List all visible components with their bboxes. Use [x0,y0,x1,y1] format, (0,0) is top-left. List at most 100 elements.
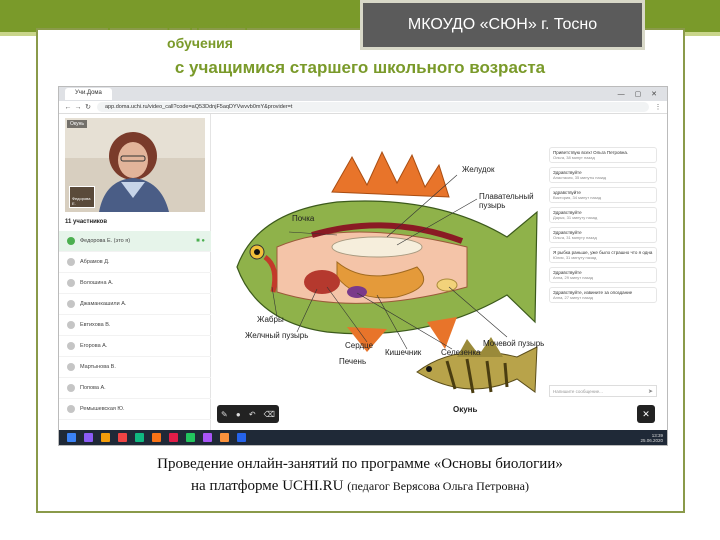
participant-item[interactable]: Волошина А. [59,273,211,294]
participant-item[interactable]: Попова А. [59,378,211,399]
pip-video: Федорова Е. [69,186,95,208]
caption-teacher: (педагог Верясова Ольга Петровна) [347,479,529,493]
window-controls[interactable]: — ▢ ✕ [618,90,667,98]
participants-panel: Окунь Федорова Е. 11 участников Федорова… [59,114,211,432]
participant-name: Евтихова В. [80,322,111,328]
forward-icon[interactable]: → [73,104,83,111]
system-tray: 13:39 25.06.2020 [640,433,667,443]
avatar [67,363,75,371]
fish-anatomy-diagram: Почка Желудок Плавательный пузырь Жабры … [217,117,547,417]
app-icon[interactable] [169,433,178,442]
send-icon[interactable]: ➤ [648,388,653,395]
label-spleen: Селезенка [441,348,481,357]
avatar [67,384,75,392]
caption-platform: на платформе UCHI.RU [191,478,344,494]
org-box: МКОУДО «СЮН» г. Тосно [360,0,645,50]
participant-item[interactable]: Мартынова В. [59,357,211,378]
eraser-icon[interactable]: ⌫ [264,410,275,419]
label-gills: Жабры [257,315,284,324]
screenshot-panel: Учи.Дома — ▢ ✕ ← → ↻ app.doma.uchi.ru/vi… [58,86,668,446]
chat-message: Здравствуйте Ольга, 31 минуту назад [549,227,657,243]
chat-message: здравствуйте Виктория, 34 минут назад [549,187,657,203]
firefox-icon[interactable] [220,433,229,442]
participant-item[interactable]: Ремышевская Ю. [59,399,211,420]
participant-name: Федорова Е. (это я) [80,238,131,244]
label-urinary-bladder: Мочевой пузырь [483,339,545,348]
word-icon[interactable] [237,433,246,442]
label-liver: Печень [339,357,367,366]
avatar [67,279,75,287]
pip-label: Федорова Е. [72,196,91,206]
app-icon[interactable] [135,433,144,442]
chrome-icon[interactable] [186,433,195,442]
chat-message: Здравствуйте Анастасия, 35 минуты назад [549,167,657,183]
camera-mic-icon: ■ ● [196,238,205,244]
label-intestine: Кишечник [385,348,422,357]
avatar [67,342,75,350]
chat-panel: Приветствую всех! Ольга Петровна. Ольга, … [549,147,657,407]
label-kidney: Почка [292,214,315,223]
chat-message: Здравствуйте Анна, 29 минут назад [549,267,657,283]
chat-meta: Анна, 29 минут назад [553,275,594,280]
label-swim-bladder: Плавательный пузырь [479,192,534,210]
reload-icon[interactable]: ↻ [83,103,93,111]
start-icon[interactable] [67,433,76,442]
app-icon[interactable] [118,433,127,442]
chat-meta: Ольга, 38 минут назад [553,155,595,160]
avatar [67,405,75,413]
avatar [67,321,75,329]
close-button[interactable]: ✕ [637,405,655,423]
participant-item[interactable]: Абрамов Д. [59,252,211,273]
address-row: ← → ↻ app.doma.uchi.ru/video_call?code=a… [59,101,667,114]
chat-message: Приветствую всех! Ольга Петровна. Ольга, … [549,147,657,163]
tray-date: 25.06.2020 [640,437,663,443]
title-line2: обучения [167,35,233,51]
undo-icon[interactable]: ↶ [249,410,256,419]
participant-item[interactable]: Федорова Е. (это я) ■ ● [59,231,211,252]
chat-message: Я рыбка раньше, уже было страшно что я о… [549,247,657,263]
chat-meta: Ольга, 31 минуту назад [553,235,597,240]
participant-item[interactable]: Егорова А. [59,336,211,357]
participant-name: Попова А. [80,385,106,391]
browser-tab[interactable]: Учи.Дома [65,88,112,100]
folder-icon[interactable] [101,433,110,442]
menu-icon[interactable]: ⋮ [653,103,663,111]
chat-meta: Юлия, 31 минуту назад [553,255,597,260]
participant-item[interactable]: Джаманкашили А. [59,294,211,315]
participant-item[interactable]: Евтихова В. [59,315,211,336]
taskbar: 13:39 25.06.2020 [59,430,667,445]
avatar [67,300,75,308]
participant-name: Джаманкашили А. [80,301,127,307]
browser-tabs: Учи.Дома — ▢ ✕ [59,87,667,101]
org-name: МКОУДО «СЮН» г. Тосно [407,16,598,33]
participants-title: 11 участников [65,219,108,225]
avatar [67,258,75,266]
chat-input[interactable]: Напишите сообщение... ➤ [549,385,657,397]
fish-illustration [236,150,538,394]
teacher-video: Окунь Федорова Е. [65,118,205,212]
label-heart: Сердце [345,341,374,350]
chat-meta: Анастасия, 35 минуты назад [553,175,607,180]
app-icon[interactable] [203,433,212,442]
url-bar[interactable]: app.doma.uchi.ru/video_call?code=aQ53Ddn… [97,102,649,112]
back-icon[interactable]: ← [63,104,73,111]
chat-message: Здравствуйте Дарья, 31 минуту назад [549,207,657,223]
participant-name: Егорова А. [80,343,108,349]
app-icon[interactable] [152,433,161,442]
drawing-toolbar: ✎ ● ↶ ⌫ [217,405,279,423]
title-line1: Организация дистанционного [96,14,304,30]
pen-icon[interactable]: ✎ [221,410,228,419]
participant-name: Абрамов Д. [80,259,110,265]
label-stomach: Желудок [462,165,495,174]
participant-name: Волошина А. [80,280,114,286]
chat-meta: Дарья, 31 минуту назад [553,215,598,220]
app-icon[interactable] [84,433,93,442]
video-tag: Окунь [67,120,87,128]
caption-line1: Проведение онлайн-занятий по программе «… [157,456,563,472]
page-subtitle: с учащимися старшего школьного возраста [174,58,546,77]
label-perch: Окунь [453,405,478,414]
marker-icon[interactable]: ● [236,410,241,419]
chat-message: Здравствуйте, извините за опоздание Анна,… [549,287,657,303]
avatar [67,237,75,245]
label-gall-bladder: Желчный пузырь [245,331,309,340]
